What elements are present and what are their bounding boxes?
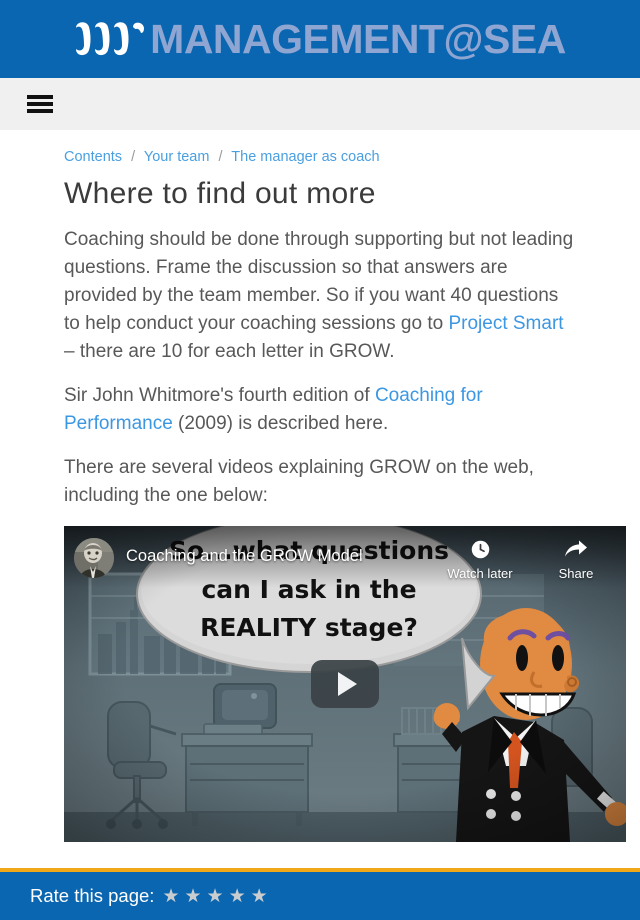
paragraph-3: There are several videos explaining GROW… <box>64 454 576 510</box>
brand-title: MANAGEMENT@SEA <box>150 15 566 62</box>
page-title: Where to find out more <box>64 176 376 210</box>
youtube-video-embed[interactable]: So...what questions can I ask in the REA… <box>64 526 626 843</box>
brand-logo-group[interactable]: MANAGEMENT@SEA <box>70 18 566 60</box>
hamburger-menu-icon[interactable] <box>27 93 53 115</box>
channel-avatar[interactable] <box>74 538 114 579</box>
share-button[interactable]: Share <box>540 538 612 581</box>
share-label: Share <box>558 566 594 582</box>
video-top-bar: Coaching and the GROW Model Watch later <box>64 526 626 589</box>
play-button-icon[interactable] <box>311 660 379 709</box>
nav-bar <box>0 78 640 130</box>
star-3[interactable]: ★ <box>207 887 224 906</box>
star-rating-widget[interactable]: ★ ★ ★ ★ ★ <box>162 887 267 906</box>
watch-later-label: Watch later <box>447 566 513 582</box>
star-2[interactable]: ★ <box>185 887 202 906</box>
breadcrumb-separator: / <box>131 149 136 165</box>
video-title[interactable]: Coaching and the GROW Model <box>126 536 444 576</box>
rate-page-bar: Rate this page: ★ ★ ★ ★ ★ <box>0 868 640 920</box>
paragraph-1: Coaching should be done through supporti… <box>64 226 576 366</box>
star-5[interactable]: ★ <box>251 887 268 906</box>
avatar-photo <box>74 538 114 579</box>
breadcrumb-separator: / <box>218 149 223 165</box>
link-project-smart[interactable]: Project Smart <box>448 313 563 334</box>
paragraph-3-text: There are several videos explaining GROW… <box>64 457 534 507</box>
hamburger-bar-2 <box>27 101 53 106</box>
paragraph-1-text-b: – there are 10 for each letter in GROW. <box>64 341 395 363</box>
main-content: Contents / Your team / The manager as co… <box>0 130 640 843</box>
triple-wave-logo-icon <box>76 22 145 56</box>
watch-later-button[interactable]: Watch later <box>444 538 516 581</box>
rate-label: Rate this page: <box>30 885 155 906</box>
rate-bar-content: Rate this page: ★ ★ ★ ★ ★ <box>0 872 640 920</box>
site-header: MANAGEMENT@SEA <box>0 0 640 78</box>
breadcrumb-item-contents[interactable]: Contents <box>64 149 122 165</box>
share-arrow-icon <box>564 538 588 560</box>
hamburger-bar-3 <box>27 108 53 113</box>
video-actions: Watch later Share <box>444 538 612 581</box>
paragraph-2-text-b: (2009) is described here. <box>172 413 389 435</box>
play-triangle <box>338 672 357 697</box>
star-1[interactable]: ★ <box>162 887 179 906</box>
clock-icon <box>470 538 491 560</box>
hamburger-bar-1 <box>27 94 53 99</box>
breadcrumb-item-your-team[interactable]: Your team <box>144 149 210 165</box>
star-4[interactable]: ★ <box>229 887 246 906</box>
breadcrumb-item-the-manager-as-coach[interactable]: The manager as coach <box>231 149 379 165</box>
paragraph-2-text-a: Sir John Whitmore's fourth edition of <box>64 385 375 407</box>
breadcrumb: Contents / Your team / The manager as co… <box>64 148 576 175</box>
paragraph-2: Sir John Whitmore's fourth edition of Co… <box>64 382 576 438</box>
